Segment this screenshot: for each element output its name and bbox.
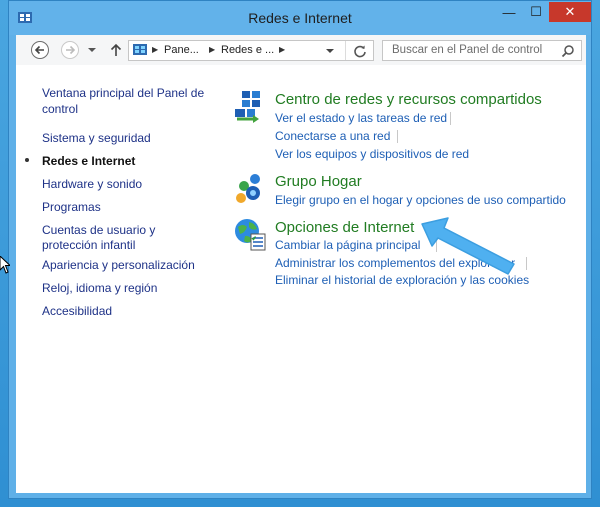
address-dropdown-icon[interactable] xyxy=(325,46,335,56)
up-arrow-icon[interactable] xyxy=(106,40,126,60)
internet-options-icon[interactable] xyxy=(233,217,267,251)
category-title-network-center[interactable]: Centro de redes y recursos compartidos xyxy=(275,91,542,108)
sidebar-item-control-panel-home-2[interactable]: control xyxy=(42,101,78,117)
link-separator xyxy=(397,130,398,143)
maximize-button[interactable]: ☐ xyxy=(523,2,549,22)
sidebar-item-appearance[interactable]: Apariencia y personalización xyxy=(42,257,195,273)
category-title-homegroup[interactable]: Grupo Hogar xyxy=(275,173,362,190)
breadcrumb-separator-icon[interactable]: ▶ xyxy=(152,45,158,54)
address-bar[interactable]: ▶ Pane... ▶ Redes e ... ▶ xyxy=(128,40,374,61)
sidebar-item-user-accounts[interactable]: Cuentas de usuario y xyxy=(42,222,155,238)
navigation-bar: ▶ Pane... ▶ Redes e ... ▶ Buscar en el P… xyxy=(16,35,586,65)
sidebar-item-network-internet[interactable]: Redes e Internet xyxy=(42,153,135,169)
minimize-icon: — xyxy=(502,4,516,20)
sidebar-item-accessibility[interactable]: Accesibilidad xyxy=(42,303,112,319)
sidebar-item-programs[interactable]: Programas xyxy=(42,199,101,215)
sidebar-item-control-panel-home[interactable]: Ventana principal del Panel de xyxy=(42,85,204,101)
sidebar-item-hardware-sound[interactable]: Hardware y sonido xyxy=(42,176,142,192)
sidebar-item-system-security[interactable]: Sistema y seguridad xyxy=(42,130,151,146)
link-separator xyxy=(526,257,527,270)
annotation-arrow-icon xyxy=(421,217,515,275)
homegroup-icon[interactable] xyxy=(233,171,267,205)
sidebar-item-clock-language-region[interactable]: Reloj, idioma y región xyxy=(42,280,157,296)
link-change-home-page[interactable]: Cambiar la página principal xyxy=(275,238,420,252)
breadcrumb-separator-icon[interactable]: ▶ xyxy=(279,45,285,54)
address-divider xyxy=(345,41,346,60)
search-icon[interactable] xyxy=(561,44,575,58)
refresh-icon[interactable] xyxy=(351,42,369,60)
breadcrumb-separator-icon[interactable]: ▶ xyxy=(209,45,215,54)
link-view-network-status[interactable]: Ver el estado y las tareas de red xyxy=(275,111,447,125)
forward-arrow-icon[interactable] xyxy=(60,40,80,60)
maximize-icon: ☐ xyxy=(530,4,542,19)
active-bullet xyxy=(25,158,29,162)
mouse-pointer-icon xyxy=(0,256,10,274)
link-view-network-devices[interactable]: Ver los equipos y dispositivos de red xyxy=(275,147,469,161)
search-input[interactable]: Buscar en el Panel de control xyxy=(382,40,582,61)
control-panel-icon xyxy=(133,44,147,55)
close-button[interactable]: ✕ xyxy=(549,2,591,22)
close-icon: ✕ xyxy=(564,4,576,19)
link-connect-network[interactable]: Conectarse a una red xyxy=(275,129,390,143)
recent-pages-chevron-icon[interactable] xyxy=(86,44,98,56)
back-arrow-icon[interactable] xyxy=(30,40,50,60)
sidebar-item-user-accounts-2[interactable]: protección infantil xyxy=(42,237,135,253)
content-area: Ventana principal del Panel de control S… xyxy=(16,65,586,493)
network-center-icon[interactable] xyxy=(233,89,267,123)
link-homegroup-options[interactable]: Elegir grupo en el hogar y opciones de u… xyxy=(275,193,566,207)
category-title-internet-options[interactable]: Opciones de Internet xyxy=(275,219,414,236)
search-placeholder: Buscar en el Panel de control xyxy=(392,44,543,56)
breadcrumb-network-internet[interactable]: Redes e ... xyxy=(221,44,274,56)
breadcrumb-control-panel[interactable]: Pane... xyxy=(164,44,199,56)
link-separator xyxy=(450,112,451,125)
minimize-button[interactable]: — xyxy=(495,2,523,22)
title-bar[interactable]: Redes e Internet — ☐ ✕ xyxy=(9,1,591,35)
